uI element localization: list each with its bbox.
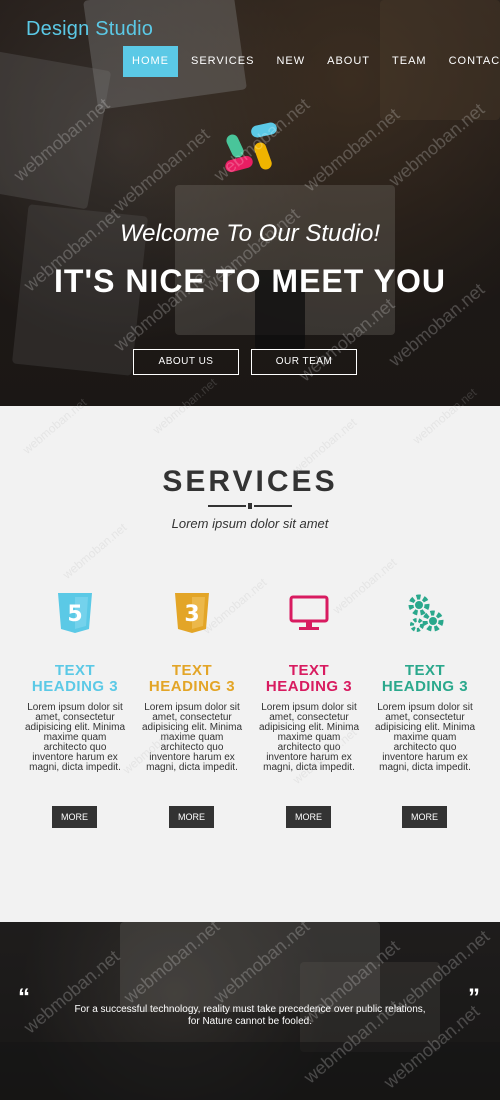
service-heading-line2: HEADING 3 [381,678,469,695]
services-divider [208,503,292,509]
nav-item-services[interactable]: SERVICES [182,46,263,77]
more-button[interactable]: MORE [402,806,447,828]
nav-item-new[interactable]: NEW [267,46,314,77]
hero-headline: IT'S NICE TO MEET YOU [54,263,446,299]
service-text: Lorem ipsum dolor sit amet, consectetur … [141,702,243,773]
watermark-22: webmoban.net [210,922,314,1008]
top-nav: HOME SERVICES NEW ABOUT TEAM CONTACT [123,46,500,77]
service-heading-line1: TEXT [404,662,446,679]
css3-icon: 3 [175,593,209,633]
more-button[interactable]: MORE [52,806,97,828]
service-heading-line1: TEXT [288,662,330,679]
services-section: SERVICES Lorem ipsum dolor sit amet 5 TE… [0,375,500,922]
quote-open-icon: “ [18,984,30,1011]
more-button[interactable]: MORE [286,806,331,828]
svg-text:3: 3 [184,602,199,627]
brand-logo[interactable]: Design Studio [26,18,153,41]
watermark-17: webmoban.net [330,555,400,617]
quote-section: “ For a successful technology, reality m… [0,922,500,1100]
service-heading: TEXT HEADING 3 [254,663,364,695]
our-team-button[interactable]: OUR TEAM [251,349,357,375]
services-subtitle: Lorem ipsum dolor sit amet [171,516,329,531]
monitor-icon [289,595,329,630]
service-heading: TEXT HEADING 3 [370,663,480,695]
service-heading-line2: HEADING 3 [265,678,353,695]
service-heading: TEXT HEADING 3 [20,663,130,695]
nav-item-team[interactable]: TEAM [383,46,436,77]
service-text: Lorem ipsum dolor sit amet, consectetur … [258,702,360,773]
svg-text:5: 5 [67,602,82,627]
services-title: SERVICES [162,465,338,498]
service-heading-line1: TEXT [171,662,213,679]
service-heading-line2: HEADING 3 [148,678,236,695]
hero-section: Design Studio HOME SERVICES NEW ABOUT TE… [0,0,500,406]
nav-item-contact[interactable]: CONTACT [440,46,500,77]
watermark-21: webmoban.net [120,922,224,1008]
nav-item-about[interactable]: ABOUT [318,46,379,77]
service-text: Lorem ipsum dolor sit amet, consectetur … [374,702,476,773]
service-heading-line2: HEADING 3 [31,678,119,695]
gears-icon [408,594,444,632]
nav-item-home[interactable]: HOME [123,46,178,77]
about-us-button[interactable]: ABOUT US [133,349,239,375]
html5-icon: 5 [58,593,92,633]
hero-welcome: Welcome To Our Studio! [119,220,381,247]
more-button[interactable]: MORE [169,806,214,828]
service-heading-line1: TEXT [54,662,96,679]
studio-logo-icon [225,122,277,173]
service-heading: TEXT HEADING 3 [137,663,247,695]
quote-close-icon: ” [468,984,480,1011]
quote-text: For a successful technology, reality mus… [74,1004,426,1027]
service-text: Lorem ipsum dolor sit amet, consectetur … [24,702,126,773]
